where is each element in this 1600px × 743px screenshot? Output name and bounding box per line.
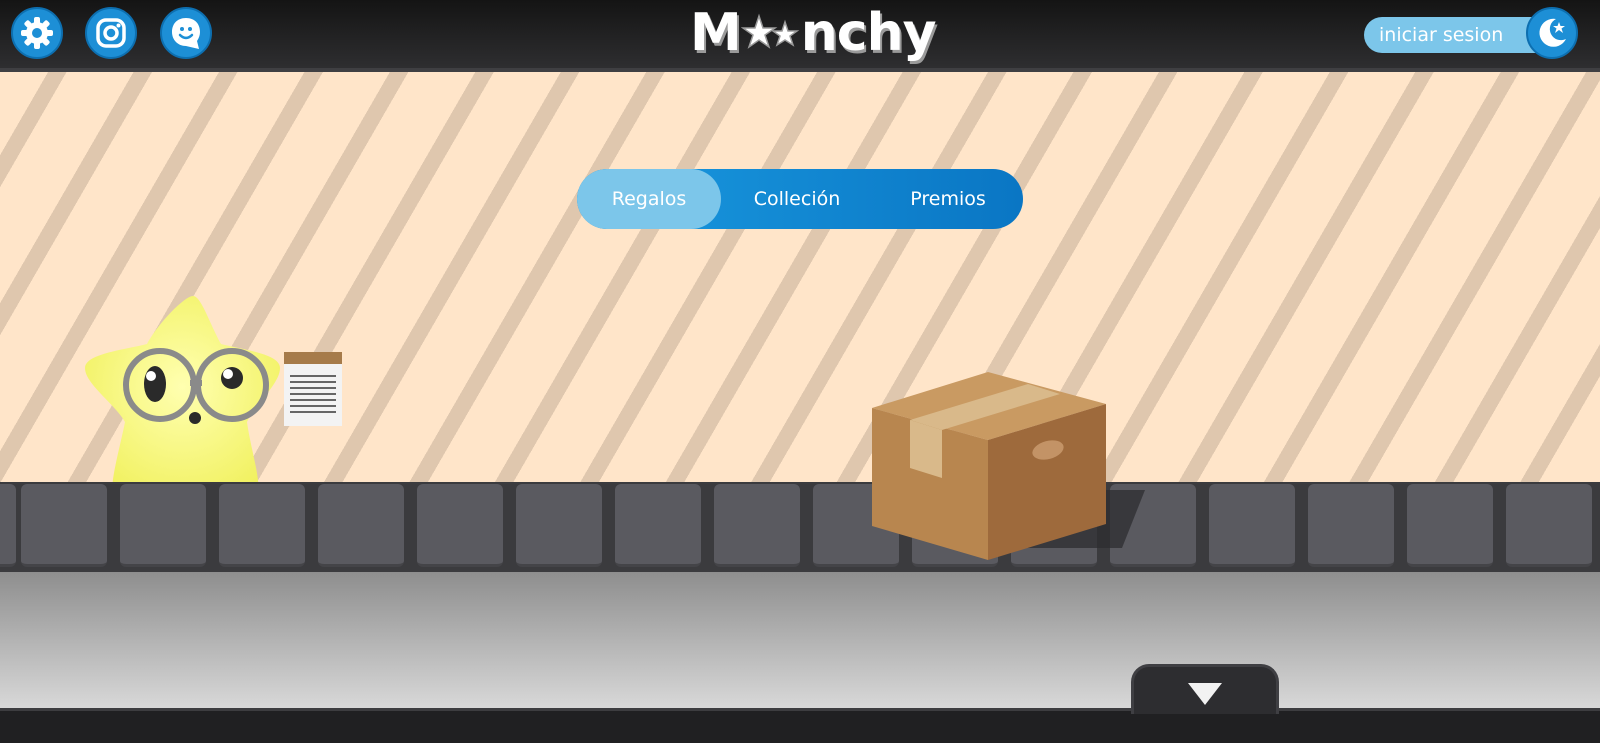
belt-slat (1407, 484, 1493, 567)
moon-icon (1539, 18, 1566, 47)
belt-slat (1308, 484, 1394, 567)
tab-bar: Regalos Colleción Premios (577, 169, 1023, 229)
smile-chat-icon (172, 18, 200, 49)
belt-slat (615, 484, 701, 567)
gift-box[interactable] (860, 370, 1150, 570)
floor (0, 572, 1600, 708)
theme-toggle-button[interactable] (1526, 7, 1578, 59)
logo-stars (740, 13, 800, 49)
belt-slat (0, 484, 16, 567)
logo-text-end: nchy (800, 3, 937, 63)
logo-text-start: M (690, 3, 742, 63)
belt-slat (21, 484, 107, 567)
belt-slat (417, 484, 503, 567)
belt-slat (1209, 484, 1295, 567)
feedback-button[interactable] (160, 7, 212, 59)
gift-scene: Regalos Colleción Premios (0, 72, 1600, 492)
belt-slat (219, 484, 305, 567)
bottom-bar (0, 708, 1600, 743)
tab-regalos[interactable]: Regalos (577, 169, 721, 229)
munchy-logo: M nchy (690, 2, 937, 64)
gear-icon (21, 17, 53, 49)
top-bar: M nchy iniciar sesion (0, 0, 1600, 72)
notepad-icon (284, 352, 342, 426)
instagram-button[interactable] (85, 7, 137, 59)
tab-coleccion[interactable]: Colleción (721, 169, 873, 229)
chevron-down-icon (1188, 683, 1222, 705)
drawer-toggle-button[interactable] (1131, 664, 1279, 714)
belt-slat (1506, 484, 1592, 567)
belt-slat (120, 484, 206, 567)
settings-button[interactable] (11, 7, 63, 59)
tab-premios[interactable]: Premios (873, 169, 1023, 229)
login-label: iniciar sesion (1379, 24, 1504, 46)
belt-slat (318, 484, 404, 567)
belt-slat (516, 484, 602, 567)
belt-slat (714, 484, 800, 567)
instagram-icon (96, 18, 126, 48)
conveyor-belt (0, 482, 1600, 572)
